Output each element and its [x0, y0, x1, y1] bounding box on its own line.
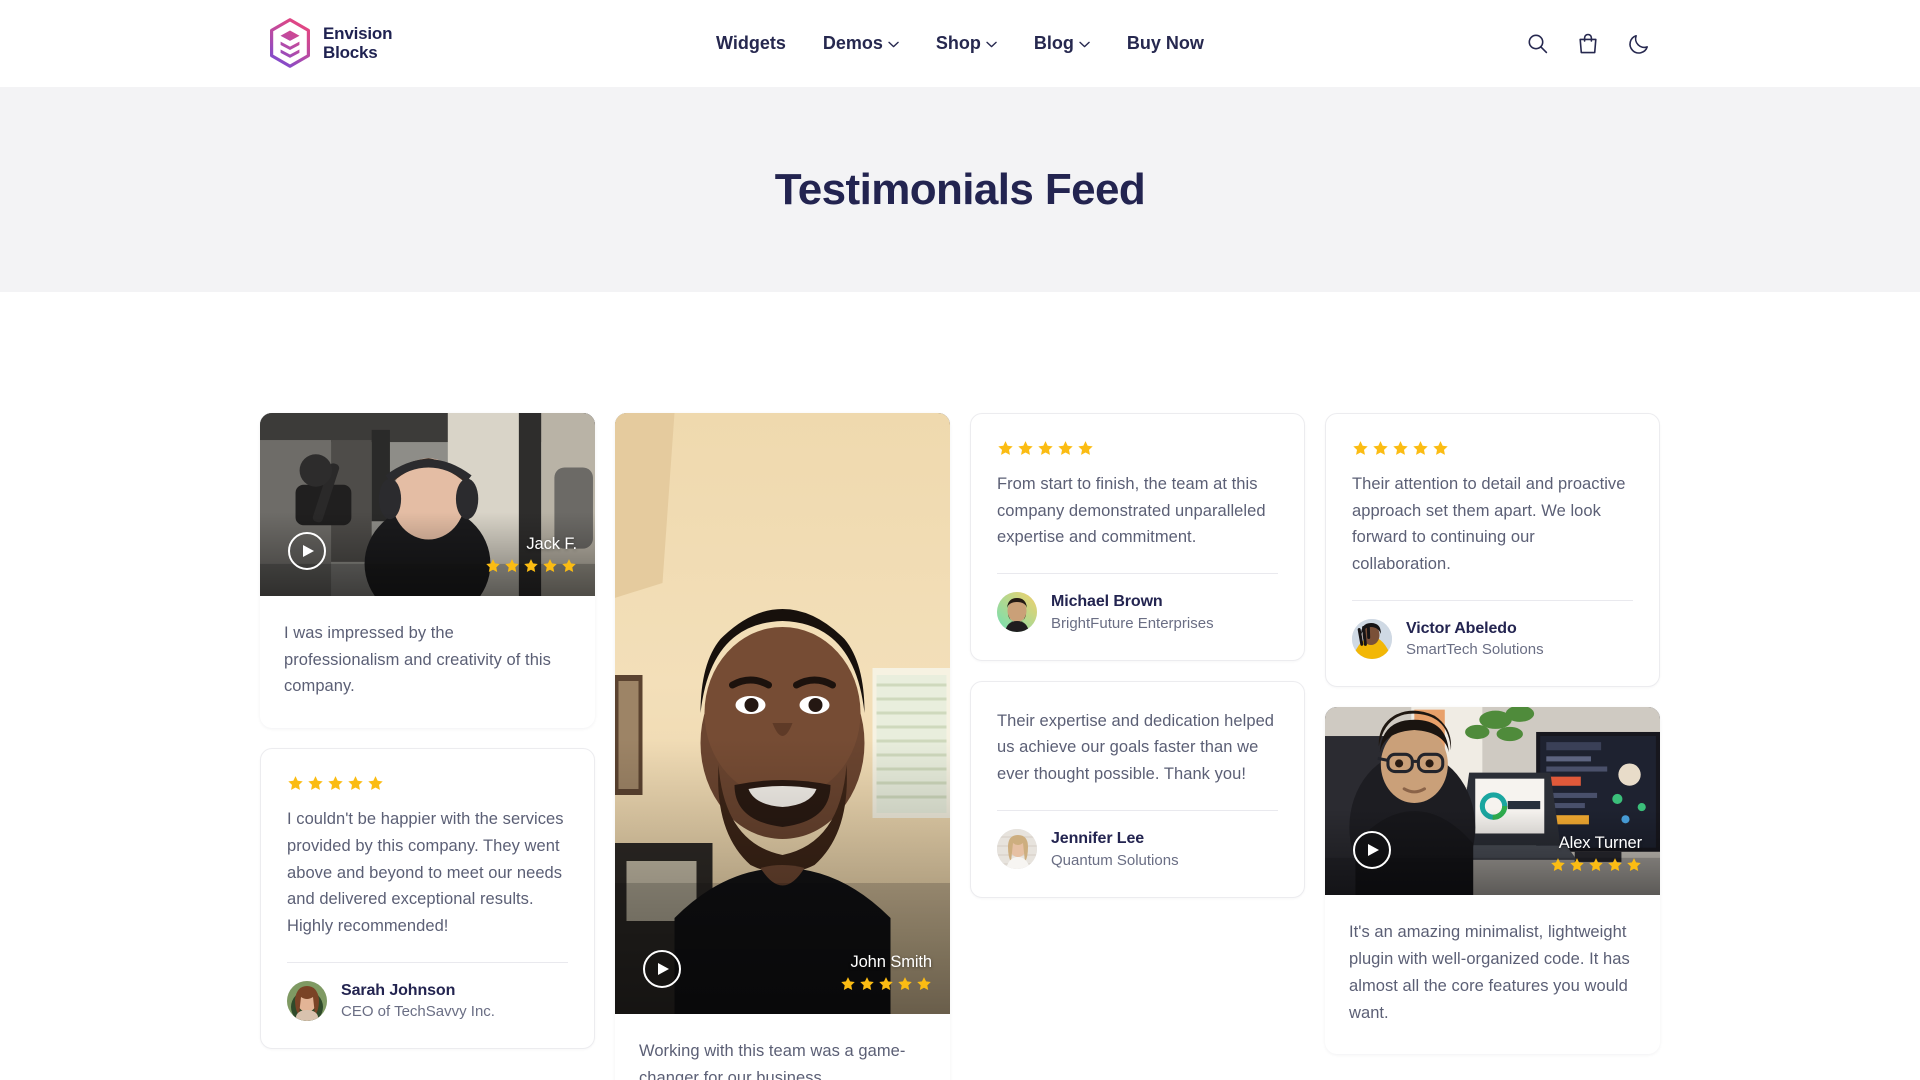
play-triangle-icon	[303, 545, 314, 557]
reviewer-name: Jack F.	[526, 535, 577, 553]
divider	[1352, 599, 1633, 601]
nav-item-demos[interactable]: Demos	[823, 33, 899, 54]
feed-column-1: Jack F. I was impressed by the professio…	[260, 413, 595, 1050]
testimonial-quote: Working with this team was a game-change…	[639, 1042, 906, 1080]
brand-name: Envision Blocks	[323, 23, 393, 62]
author-name: Michael Brown	[1051, 593, 1163, 611]
nav-item-widgets[interactable]: Widgets	[716, 33, 786, 54]
site-header: Envision Blocks Widgets Demos Shop Blog B…	[0, 0, 1920, 87]
author-name: Victor Abeledo	[1406, 619, 1517, 637]
card-body: I couldn't be happier with the services …	[261, 749, 594, 1048]
brand-logo[interactable]: Envision Blocks	[268, 18, 392, 68]
moon-icon[interactable]	[1626, 31, 1652, 57]
hero-band: Testimonials Feed	[0, 87, 1920, 292]
testimonial-card-video-john-smith[interactable]: John Smith Working with this team was a …	[615, 413, 950, 1080]
divider	[997, 809, 1278, 811]
nav-label: Demos	[822, 33, 883, 53]
divider	[287, 961, 568, 963]
chevron-down-icon	[888, 41, 899, 48]
card-body: Working with this team was a game-change…	[615, 1014, 950, 1080]
author-name: Sarah Johnson	[341, 981, 456, 999]
feed-column-3: From start to finish, the team at this c…	[970, 413, 1305, 898]
shopping-bag-icon[interactable]	[1575, 31, 1601, 57]
author-meta: Sarah Johnson CEO of TechSavvy Inc.	[341, 980, 495, 1023]
avatar	[997, 829, 1037, 870]
star-rating	[287, 775, 568, 792]
masonry-grid: Jack F. I was impressed by the professio…	[260, 413, 1660, 1080]
testimonial-quote: I couldn't be happier with the services …	[287, 810, 564, 936]
testimonial-card-video-alex-turner[interactable]: Alex Turner It's an amazing minimalist, …	[1325, 707, 1660, 1055]
nav-item-shop[interactable]: Shop	[936, 33, 997, 54]
author-meta: Michael Brown BrightFuture Enterprises	[1051, 591, 1214, 634]
search-icon[interactable]	[1524, 31, 1550, 57]
card-body: Their expertise and dedication helped us…	[971, 682, 1304, 897]
author-block: Sarah Johnson CEO of TechSavvy Inc.	[287, 980, 568, 1023]
star-rating	[1352, 440, 1633, 457]
avatar	[997, 592, 1037, 633]
play-triangle-icon	[658, 963, 669, 975]
nav-item-buy-now[interactable]: Buy Now	[1127, 33, 1204, 54]
feed-column-4: Their attention to detail and proactive …	[1325, 413, 1660, 1055]
reviewer-name: Alex Turner	[1558, 834, 1642, 853]
video-thumbnail[interactable]: Alex Turner	[1325, 707, 1660, 896]
play-triangle-icon	[1368, 844, 1379, 857]
video-caption: John Smith	[840, 953, 932, 992]
video-thumbnail[interactable]: Jack F.	[260, 413, 595, 596]
page-title: Testimonials Feed	[774, 164, 1146, 214]
author-role: Quantum Solutions	[1051, 851, 1179, 869]
author-meta: Jennifer Lee Quantum Solutions	[1051, 828, 1179, 871]
testimonial-quote: Their attention to detail and proactive …	[1352, 475, 1626, 574]
thumbnail-image	[615, 413, 950, 1014]
star-rating	[1550, 857, 1642, 873]
card-body: From start to finish, the team at this c…	[971, 414, 1304, 660]
author-block: Victor Abeledo SmartTech Solutions	[1352, 618, 1633, 661]
testimonial-quote: From start to finish, the team at this c…	[997, 475, 1266, 547]
author-block: Jennifer Lee Quantum Solutions	[997, 828, 1278, 871]
card-body: Their attention to detail and proactive …	[1326, 414, 1659, 686]
testimonial-quote: Their expertise and dedication helped us…	[997, 711, 1275, 784]
testimonial-card-jennifer-lee[interactable]: Their expertise and dedication helped us…	[970, 680, 1305, 898]
video-caption: Jack F.	[485, 535, 577, 574]
feed-column-2: John Smith Working with this team was a …	[615, 413, 950, 1080]
play-button[interactable]	[288, 532, 326, 570]
nav-label: Blog	[1033, 33, 1074, 53]
nav-label: Buy Now	[1126, 33, 1204, 53]
chevron-down-icon	[986, 41, 997, 48]
play-button[interactable]	[643, 950, 681, 988]
card-body: I was impressed by the professionalism a…	[260, 596, 595, 728]
author-name: Jennifer Lee	[1051, 829, 1145, 847]
avatar	[1352, 619, 1392, 660]
author-role: BrightFuture Enterprises	[1051, 614, 1214, 632]
header-icon-group	[1524, 31, 1652, 57]
video-thumbnail[interactable]: John Smith	[615, 413, 950, 1014]
testimonial-quote: It's an amazing minimalist, lightweight …	[1349, 923, 1630, 1022]
testimonial-card-victor-abeledo[interactable]: Their attention to detail and proactive …	[1325, 413, 1660, 688]
star-rating	[840, 976, 932, 992]
author-role: SmartTech Solutions	[1406, 641, 1544, 659]
card-body: It's an amazing minimalist, lightweight …	[1325, 895, 1660, 1054]
star-rating	[485, 558, 577, 574]
nav-item-blog[interactable]: Blog	[1034, 33, 1090, 54]
testimonial-card-sarah-johnson[interactable]: I couldn't be happier with the services …	[260, 748, 595, 1050]
reviewer-name: John Smith	[850, 953, 932, 971]
author-role: CEO of TechSavvy Inc.	[341, 1003, 495, 1021]
video-caption: Alex Turner	[1550, 834, 1642, 873]
divider	[997, 573, 1278, 575]
testimonial-card-video-jack[interactable]: Jack F. I was impressed by the professio…	[260, 413, 595, 729]
star-rating	[997, 440, 1278, 457]
avatar	[287, 981, 327, 1022]
author-meta: Victor Abeledo SmartTech Solutions	[1406, 618, 1544, 661]
testimonial-quote: I was impressed by the professionalism a…	[284, 624, 551, 696]
nav-label: Shop	[935, 33, 981, 53]
main-nav: Widgets Demos Shop Blog Buy Now	[716, 33, 1204, 54]
hexagon-layers-logo-icon	[268, 18, 312, 68]
nav-label: Widgets	[716, 33, 786, 53]
testimonial-card-michael-brown[interactable]: From start to finish, the team at this c…	[970, 413, 1305, 661]
testimonials-feed: Jack F. I was impressed by the professio…	[0, 292, 1920, 1080]
chevron-down-icon	[1079, 41, 1090, 48]
author-block: Michael Brown BrightFuture Enterprises	[997, 591, 1278, 634]
